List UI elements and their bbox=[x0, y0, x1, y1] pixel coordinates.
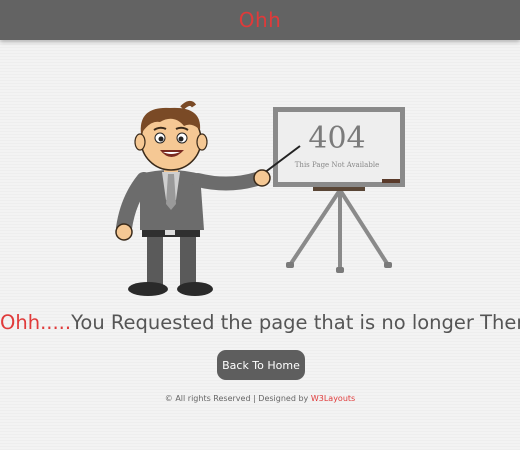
header-bar: Ohh bbox=[0, 0, 520, 40]
error-message-prefix: Ohh..... bbox=[0, 311, 72, 334]
presenter-illustration: 404 This Page Not Available bbox=[115, 100, 405, 296]
error-message: Ohh.....You Requested the page that is n… bbox=[0, 311, 520, 334]
footer: © All rights Reserved | Designed by W3La… bbox=[0, 394, 520, 403]
footer-copyright: © All rights Reserved | Designed by bbox=[164, 394, 311, 403]
footer-brand-link[interactable]: W3Layouts bbox=[311, 394, 355, 403]
error-code: 404 bbox=[308, 121, 365, 156]
board-subtitle: This Page Not Available bbox=[295, 161, 379, 169]
back-to-home-button[interactable]: Back To Home bbox=[217, 350, 305, 380]
presenter-man bbox=[115, 100, 271, 296]
site-logo[interactable]: Ohh bbox=[239, 8, 282, 32]
error-message-text: You Requested the page that is no longer… bbox=[71, 311, 520, 334]
